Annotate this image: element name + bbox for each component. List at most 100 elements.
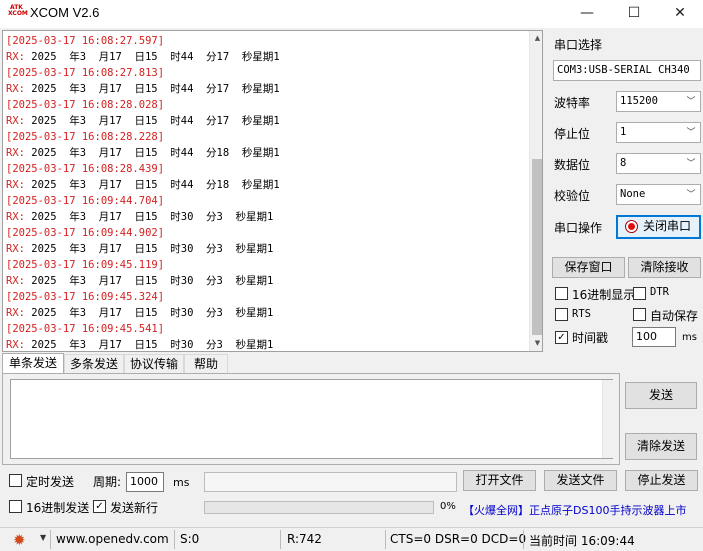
close-window-button[interactable]: ✕	[657, 0, 703, 28]
rx-label: RX:	[6, 83, 25, 95]
log-rx-line: RX: 2025 年3 月17 日15 时30 分3 秒星期1	[6, 337, 526, 351]
rx-label: RX:	[6, 307, 25, 319]
send-newline-checkbox[interactable]: ✓	[93, 500, 106, 513]
auto-save-label: 自动保存	[650, 309, 699, 323]
file-path-input[interactable]	[204, 472, 457, 492]
chevron-down-icon[interactable]: ▼	[40, 533, 46, 542]
rx-text: 2025 年3 月17 日15 时30 分3 秒星期1	[24, 307, 274, 319]
status-separator	[523, 530, 524, 549]
hex-send-checkbox[interactable]	[9, 500, 22, 513]
chevron-down-icon: ﹀	[686, 159, 696, 169]
rx-label: RX:	[6, 147, 25, 159]
status-separator	[50, 530, 51, 549]
port-select-value: COM3:USB-SERIAL CH340	[557, 64, 690, 76]
port-op-label: 串口操作	[554, 221, 603, 235]
send-button[interactable]: 发送	[625, 382, 697, 409]
parity-value: None	[620, 188, 646, 200]
scroll-thumb[interactable]	[532, 159, 542, 335]
log-timestamp-line: [2025-03-17 16:09:44.704]	[6, 195, 165, 207]
log-timestamp-line: [2025-03-17 16:09:45.119]	[6, 259, 165, 271]
rts-checkbox[interactable]	[555, 308, 568, 321]
chevron-down-icon: ﹀	[686, 97, 696, 107]
ad-prefix: 【火爆全网】	[463, 504, 529, 517]
save-window-button[interactable]: 保存窗口	[552, 257, 625, 278]
send-newline-label: 发送新行	[110, 501, 159, 515]
stopbits-value: 1	[620, 126, 627, 138]
rx-label: RX:	[6, 51, 25, 63]
dtr-label: DTR	[650, 286, 669, 298]
clear-receive-button[interactable]: 清除接收	[628, 257, 701, 278]
hex-display-label: 16进制显示	[572, 288, 636, 302]
receive-scrollbar[interactable]: ▲ ▼	[529, 31, 542, 351]
stopbits-select[interactable]: 1 ﹀	[616, 122, 701, 143]
maximize-button[interactable]: ☐	[611, 0, 657, 28]
log-timestamp-line: [2025-03-17 16:09:45.541]	[6, 323, 165, 335]
log-rx-line: RX: 2025 年3 月17 日15 时44 分18 秒星期1	[6, 177, 526, 193]
open-file-button[interactable]: 打开文件	[463, 470, 536, 491]
auto-save-checkbox[interactable]	[633, 308, 646, 321]
ad-banner[interactable]: 【火爆全网】正点原子DS100手持示波器上市	[463, 502, 686, 518]
log-rx-line: RX: 2025 年3 月17 日15 时30 分3 秒星期1	[6, 209, 526, 225]
log-rx-line: RX: 2025 年3 月17 日15 时30 分3 秒星期1	[6, 241, 526, 257]
rx-text: 2025 年3 月17 日15 时44 分17 秒星期1	[24, 115, 280, 127]
rx-text: 2025 年3 月17 日15 时30 分3 秒星期1	[24, 243, 274, 255]
log-rx-line: RX: 2025 年3 月17 日15 时44 分17 秒星期1	[6, 49, 526, 65]
dtr-checkbox[interactable]	[633, 287, 646, 300]
tab-protocol[interactable]: 协议传输	[124, 354, 184, 373]
rx-text: 2025 年3 月17 日15 时30 分3 秒星期1	[24, 339, 274, 351]
receive-textarea[interactable]: [2025-03-17 16:08:27.597] RX: 2025 年3 月17…	[2, 30, 543, 352]
rx-label: RX:	[6, 243, 25, 255]
period-label: 周期:	[93, 475, 122, 489]
log-rx-line: RX: 2025 年3 月17 日15 时30 分3 秒星期1	[6, 273, 526, 289]
gear-icon[interactable]: ✹	[13, 531, 26, 549]
rts-label: RTS	[572, 308, 591, 320]
send-scrollbar[interactable]	[602, 380, 613, 458]
period-input[interactable]: 1000	[126, 472, 164, 492]
minimize-button[interactable]: —	[564, 0, 610, 28]
timestamp-label: 时间戳	[572, 331, 609, 345]
tab-multi-send[interactable]: 多条发送	[64, 354, 124, 373]
send-progress-text: 0%	[440, 501, 456, 512]
scroll-down-icon[interactable]: ▼	[530, 336, 542, 351]
hex-send-label: 16进制发送	[26, 501, 90, 515]
port-select[interactable]: COM3:USB-SERIAL CH340	[553, 60, 701, 81]
stopbits-label: 停止位	[554, 127, 591, 141]
current-time: 当前时间 16:09:44	[529, 534, 635, 548]
send-file-button[interactable]: 发送文件	[544, 470, 617, 491]
stop-send-button[interactable]: 停止发送	[625, 470, 698, 491]
rx-text: 2025 年3 月17 日15 时44 分17 秒星期1	[24, 51, 280, 63]
close-port-button[interactable]: 关闭串口	[616, 215, 701, 239]
send-progress-bar	[204, 501, 434, 514]
baud-label: 波特率	[554, 96, 591, 110]
hex-display-checkbox[interactable]	[555, 287, 568, 300]
parity-select[interactable]: None ﹀	[616, 184, 701, 205]
log-rx-line: RX: 2025 年3 月17 日15 时44 分17 秒星期1	[6, 113, 526, 129]
received-count: R:742	[287, 532, 322, 546]
rx-text: 2025 年3 月17 日15 时44 分18 秒星期1	[24, 147, 280, 159]
log-rx-line: RX: 2025 年3 月17 日15 时44 分17 秒星期1	[6, 81, 526, 97]
scroll-up-icon[interactable]: ▲	[530, 31, 542, 46]
clear-send-button[interactable]: 清除发送	[625, 433, 697, 460]
timestamp-checkbox[interactable]: ✓	[555, 331, 568, 344]
rx-label: RX:	[6, 115, 25, 127]
log-timestamp-line: [2025-03-17 16:09:45.324]	[6, 291, 165, 303]
tab-single-send[interactable]: 单条发送	[2, 353, 64, 374]
title-bar: ATK XCOM XCOM V2.6 — ☐ ✕	[0, 0, 703, 28]
baud-value: 115200	[620, 95, 658, 107]
log-timestamp-line: [2025-03-17 16:08:28.439]	[6, 163, 165, 175]
log-timestamp-line: [2025-03-17 16:09:44.902]	[6, 227, 165, 239]
baud-select[interactable]: 115200 ﹀	[616, 91, 701, 112]
databits-select[interactable]: 8 ﹀	[616, 153, 701, 174]
website-link[interactable]: www.openedv.com	[56, 532, 169, 546]
timestamp-ms-unit: ms	[682, 332, 697, 343]
status-separator	[385, 530, 386, 549]
status-bar: ✹ ▼ www.openedv.com S:0 R:742 CTS=0 DSR=…	[0, 527, 703, 551]
databits-label: 数据位	[554, 158, 591, 172]
timestamp-ms-input[interactable]: 100	[632, 327, 676, 347]
tab-help[interactable]: 帮助	[184, 354, 228, 373]
send-textarea[interactable]	[10, 379, 613, 459]
sent-count: S:0	[180, 532, 200, 546]
timed-send-checkbox[interactable]	[9, 474, 22, 487]
log-rx-line: RX: 2025 年3 月17 日15 时30 分3 秒星期1	[6, 305, 526, 321]
rx-label: RX:	[6, 179, 25, 191]
